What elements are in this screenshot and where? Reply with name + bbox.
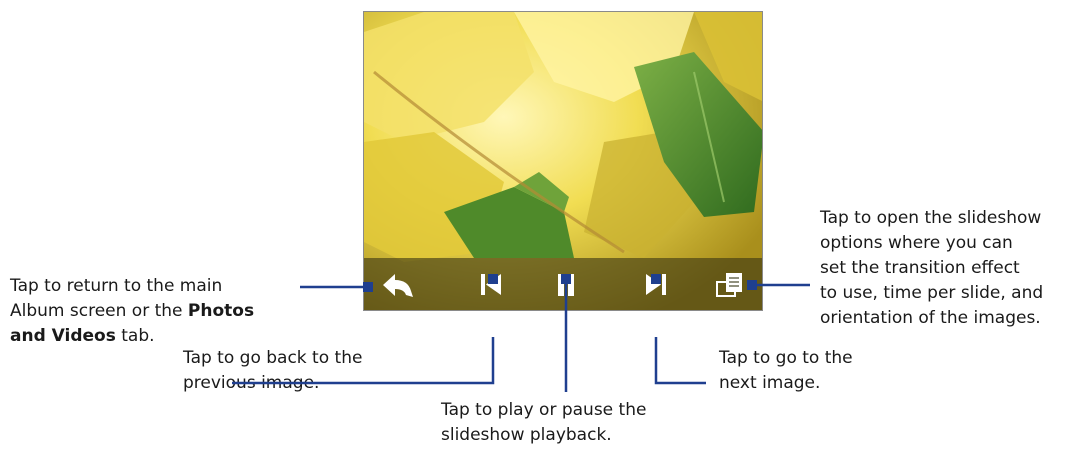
next-button[interactable]: [626, 258, 686, 310]
callout-text: Tap to return to the main: [10, 276, 223, 296]
callout-text: next image.: [719, 373, 821, 393]
callout-text: Tap to play or pause the: [441, 400, 647, 420]
callout-return-to-album: Tap to return to the main Album screen o…: [10, 274, 254, 349]
callout-previous-image: Tap to go back to the previous image.: [183, 346, 362, 396]
callout-text: to use, time per slide, and: [820, 283, 1044, 303]
callout-next-image: Tap to go to the next image.: [719, 346, 853, 396]
callout-text: slideshow playback.: [441, 425, 612, 445]
pause-icon: [558, 274, 574, 296]
back-button[interactable]: [364, 258, 424, 310]
callout-emphasis: and Videos: [10, 326, 116, 346]
callout-text: set the transition effect: [820, 258, 1020, 278]
pause-button[interactable]: [537, 258, 597, 310]
callout-text: Tap to go back to the: [183, 348, 363, 368]
skip-previous-icon: [481, 274, 501, 295]
callout-slideshow-options: Tap to open the slideshow options where …: [820, 206, 1043, 331]
callout-text: Album screen or the: [10, 301, 188, 321]
playback-toolbar: [364, 258, 762, 310]
callout-text: previous image.: [183, 373, 320, 393]
callout-text: Tap to go to the: [719, 348, 853, 368]
previous-button[interactable]: [461, 258, 521, 310]
callout-emphasis: Photos: [187, 301, 255, 321]
callout-text: Tap to open the slideshow: [820, 208, 1042, 228]
callout-text: tab.: [115, 326, 155, 346]
skip-next-icon: [646, 274, 666, 295]
callout-text: options where you can: [820, 233, 1013, 253]
callout-text: orientation of the images.: [820, 308, 1041, 328]
slideshow-options-button[interactable]: [702, 258, 762, 310]
slideshow-screen: [363, 11, 763, 311]
callout-play-pause: Tap to play or pause the slideshow playb…: [441, 398, 646, 448]
slideshow-options-icon: [716, 273, 742, 297]
return-arrow-icon: [383, 274, 413, 297]
